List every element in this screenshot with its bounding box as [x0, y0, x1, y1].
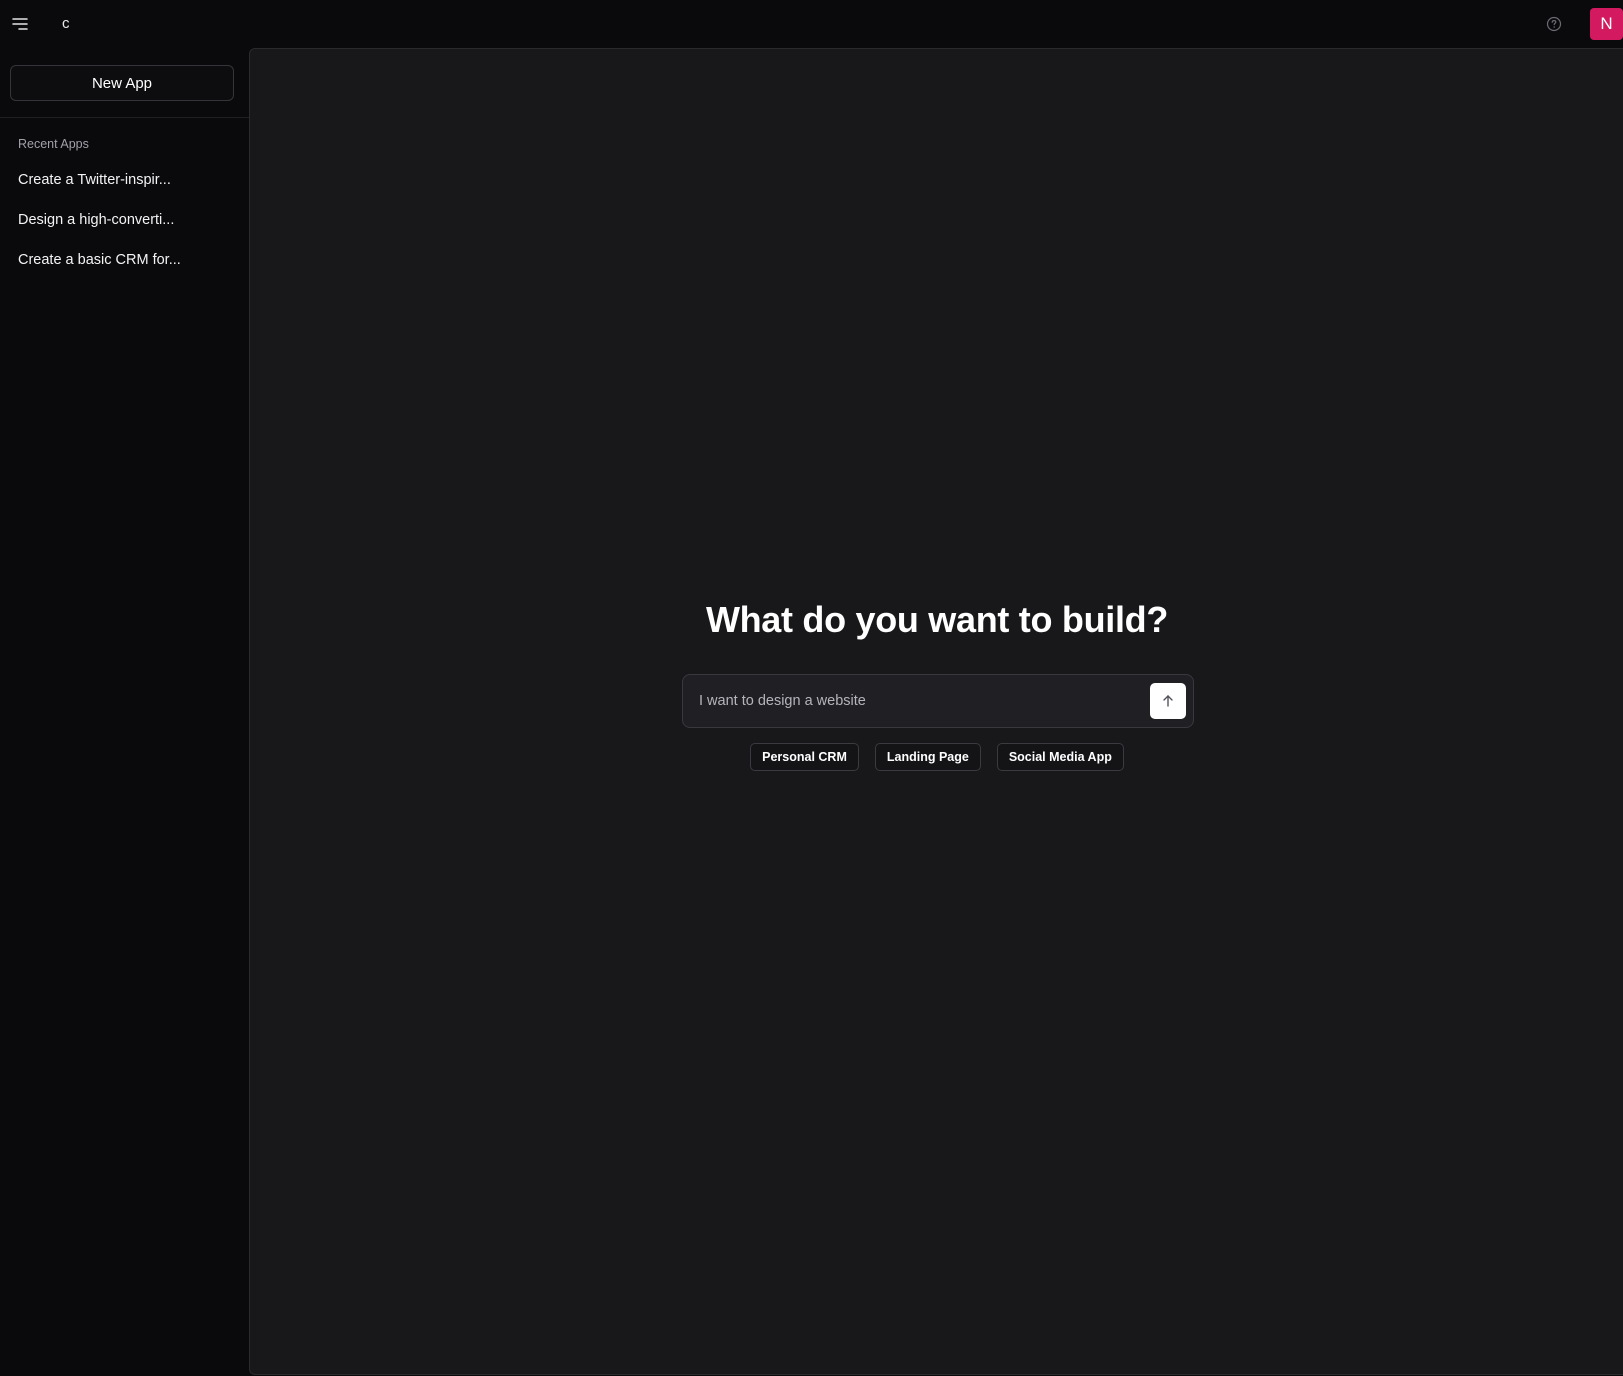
main-panel: What do you want to build? Personal CRM … [249, 48, 1623, 1375]
recent-app-item[interactable]: Design a high-converti... [0, 200, 249, 240]
suggestion-chip-social-media-app[interactable]: Social Media App [996, 743, 1124, 771]
prompt-input[interactable] [697, 675, 1137, 727]
recent-app-item[interactable]: Create a basic CRM for... [0, 240, 249, 280]
suggestion-chips: Personal CRM Landing Page Social Media A… [250, 743, 1623, 771]
sidebar: New App Recent Apps Create a Twitter-ins… [0, 48, 249, 1376]
arrow-up-icon [1163, 695, 1173, 707]
page-title: What do you want to build? [705, 599, 1169, 640]
recent-apps-heading: Recent Apps [18, 137, 89, 151]
help-circle-icon[interactable] [1545, 15, 1563, 33]
sidebar-divider [0, 117, 249, 118]
suggestion-chip-landing-page[interactable]: Landing Page [874, 743, 981, 771]
send-button[interactable] [1150, 683, 1186, 719]
top-bar: c N [0, 0, 1623, 48]
brand-logo: c [62, 15, 70, 32]
prompt-box [682, 674, 1194, 728]
user-avatar[interactable]: N [1590, 8, 1623, 40]
recent-app-item[interactable]: Create a Twitter-inspir... [0, 160, 249, 200]
new-app-button[interactable]: New App [10, 65, 234, 101]
suggestion-chip-personal-crm[interactable]: Personal CRM [750, 743, 859, 771]
menu-icon[interactable] [10, 14, 30, 34]
recent-apps-list: Create a Twitter-inspir... Design a high… [0, 160, 249, 280]
